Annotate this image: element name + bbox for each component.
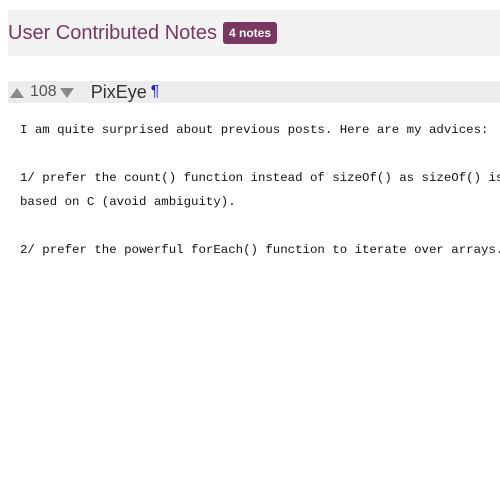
vote-up-icon[interactable]	[10, 88, 24, 98]
note-line	[20, 142, 500, 166]
notes-count-badge: 4 notes	[222, 22, 277, 44]
permalink-link[interactable]: ¶	[151, 81, 160, 103]
note-line: 2/ prefer the powerful forEach() functio…	[20, 243, 500, 257]
page: User Contributed Notes 4 notes 108 PixEy…	[0, 0, 500, 500]
note-author: PixEye	[90, 82, 147, 102]
vote-down-icon[interactable]	[59, 88, 74, 98]
note-line: based on C (avoid ambiguity).	[20, 195, 236, 209]
note-header-bar: 108 PixEye ¶	[8, 81, 500, 103]
note-body: I am quite surprised about previous post…	[20, 118, 500, 262]
notes-section-header: User Contributed Notes 4 notes	[8, 10, 500, 56]
notes-title: User Contributed Notes	[8, 22, 217, 44]
note-line	[20, 214, 500, 238]
vote-count: 108	[30, 83, 57, 100]
note-line: 1/ prefer the count() function instead o…	[20, 171, 500, 185]
note-line: I am quite surprised about previous post…	[20, 123, 489, 137]
